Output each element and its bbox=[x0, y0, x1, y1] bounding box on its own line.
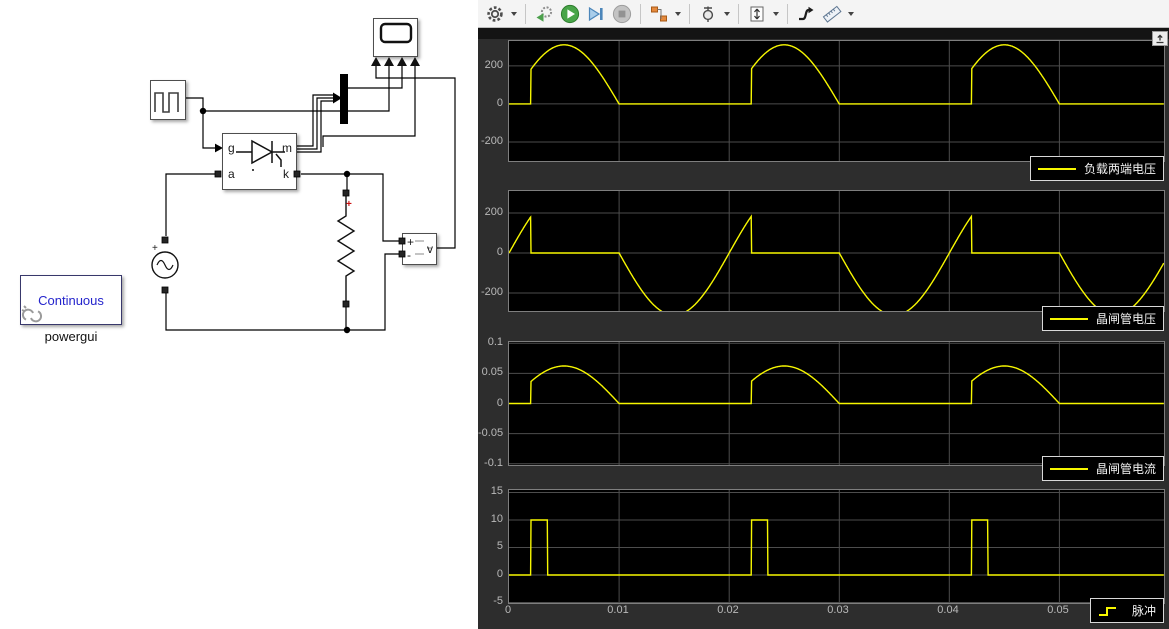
x-tick-label: 0.05 bbox=[1038, 604, 1078, 616]
scope-panel-4[interactable] bbox=[508, 489, 1165, 604]
x-tick-label: 0.04 bbox=[928, 604, 968, 616]
pulse-generator-block[interactable] bbox=[150, 80, 186, 120]
y-tick-label: -200 bbox=[478, 286, 503, 298]
y-tick-label: 0 bbox=[478, 97, 503, 109]
cursor-measurements-icon[interactable] bbox=[794, 2, 818, 26]
dock-button[interactable] bbox=[1152, 31, 1168, 46]
ruler-dropdown-caret[interactable] bbox=[848, 12, 854, 16]
y-tick-label: 0.1 bbox=[478, 336, 503, 348]
legend-line-sample bbox=[1038, 168, 1076, 170]
toolbar-separator bbox=[525, 4, 526, 24]
span-y-icon[interactable] bbox=[745, 2, 769, 26]
highlight-signals-icon[interactable] bbox=[647, 2, 671, 26]
legend-load-voltage[interactable]: 负载两端电压 bbox=[1030, 156, 1164, 181]
x-tick-label: 0.02 bbox=[708, 604, 748, 616]
resistor-polarity-label: + bbox=[346, 200, 352, 210]
y-tick-label: 0 bbox=[478, 246, 503, 258]
vm-v-label: v bbox=[427, 243, 433, 255]
step-forward-icon[interactable] bbox=[584, 2, 608, 26]
toolbar-separator bbox=[689, 4, 690, 24]
source-polarity-label: + bbox=[152, 244, 158, 254]
thyristor-port-label-g: g bbox=[228, 142, 235, 154]
y-tick-label: -0.05 bbox=[478, 427, 503, 439]
x-tick-label: 0.01 bbox=[598, 604, 638, 616]
thyristor-port-label-m: m bbox=[282, 142, 292, 154]
scope-top-strip bbox=[478, 28, 1169, 39]
scope-panel-2[interactable] bbox=[508, 190, 1165, 312]
legend-label: 负载两端电压 bbox=[1084, 160, 1156, 177]
scope-window: 2000-2002000-2000.10.050-0.05-0.1151050-… bbox=[478, 0, 1169, 629]
legend-label: 脉冲 bbox=[1132, 602, 1156, 619]
toolbar-separator bbox=[640, 4, 641, 24]
y-tick-label: 15 bbox=[478, 485, 503, 497]
toolbar-separator bbox=[787, 4, 788, 24]
legend-thyristor-current[interactable]: 晶闸管电流 bbox=[1042, 456, 1164, 481]
vm-minus-label: - bbox=[407, 249, 411, 261]
powergui-mode-text: Continuous bbox=[38, 293, 104, 308]
measurements-ruler-icon[interactable] bbox=[820, 2, 844, 26]
legend-line-sample bbox=[1050, 318, 1088, 320]
y-tick-label: -0.1 bbox=[478, 457, 503, 469]
thyristor-port-label-a: a bbox=[228, 168, 235, 180]
thyristor-port-label-k: k bbox=[283, 168, 289, 180]
y-tick-label: 200 bbox=[478, 59, 503, 71]
y-tick-label: 10 bbox=[478, 513, 503, 525]
scope-toolbar bbox=[478, 0, 1169, 28]
legend-label: 晶闸管电流 bbox=[1096, 460, 1156, 477]
run-icon[interactable] bbox=[558, 2, 582, 26]
step-back-icon[interactable] bbox=[532, 2, 556, 26]
scope-block[interactable] bbox=[373, 18, 418, 57]
y-tick-label: 200 bbox=[478, 206, 503, 218]
simulink-model-canvas[interactable]: Continuous powergui bbox=[0, 0, 478, 629]
scope-panel-3[interactable] bbox=[508, 341, 1165, 466]
span-dropdown-caret[interactable] bbox=[773, 12, 779, 16]
x-tick-label: 0 bbox=[488, 604, 528, 616]
powergui-label: powergui bbox=[20, 329, 122, 344]
trigger-icon[interactable] bbox=[696, 2, 720, 26]
settings-dropdown-caret[interactable] bbox=[511, 12, 517, 16]
toolbar-separator bbox=[738, 4, 739, 24]
x-tick-label: 0.03 bbox=[818, 604, 858, 616]
app-window: Continuous powergui bbox=[0, 0, 1169, 629]
legend-thyristor-voltage[interactable]: 晶闸管电压 bbox=[1042, 306, 1164, 331]
legend-line-sample bbox=[1050, 468, 1088, 470]
y-tick-label: 0 bbox=[478, 397, 503, 409]
vm-plus-label: + bbox=[407, 236, 414, 248]
y-tick-label: 5 bbox=[478, 540, 503, 552]
scope-panel-1[interactable] bbox=[508, 40, 1165, 162]
y-tick-label: 0.05 bbox=[478, 366, 503, 378]
settings-gear-icon[interactable] bbox=[483, 2, 507, 26]
legend-label: 晶闸管电压 bbox=[1096, 310, 1156, 327]
y-tick-label: 0 bbox=[478, 568, 503, 580]
legend-pulse[interactable]: 脉冲 bbox=[1090, 598, 1164, 623]
stop-icon[interactable] bbox=[610, 2, 634, 26]
powergui-block[interactable]: Continuous bbox=[20, 275, 122, 325]
trigger-dropdown-caret[interactable] bbox=[724, 12, 730, 16]
legend-step-sample bbox=[1098, 605, 1124, 617]
highlight-dropdown-caret[interactable] bbox=[675, 12, 681, 16]
y-tick-label: -200 bbox=[478, 135, 503, 147]
